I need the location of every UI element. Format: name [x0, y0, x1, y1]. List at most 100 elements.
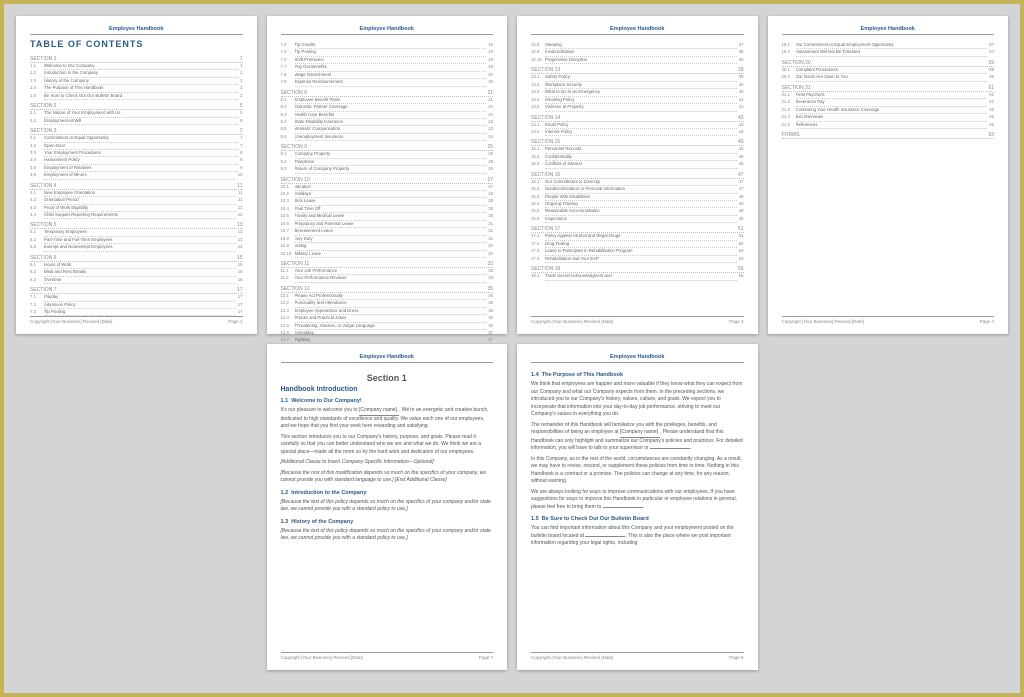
- toc-section: 12.8Sleeping3712.9Insubordination3812.10…: [531, 42, 744, 64]
- footer-copyright: Copyright [Your Business] Revised [Date]: [30, 319, 112, 324]
- toc-entry: 7.6Shift Premiums19: [281, 57, 494, 64]
- blank-field: [Company name]: [620, 429, 660, 438]
- toc-section-header: SECTION 821: [281, 90, 494, 97]
- toc-page-2: Employee Handbook 7.4Tip Credits187.5Tip…: [267, 16, 508, 334]
- page-header: Employee Handbook: [30, 26, 243, 35]
- toc-entry: 2.2Employment-at-Will5: [30, 118, 243, 125]
- page-header: Employee Handbook: [281, 26, 494, 35]
- footer-pagenum: Page 4: [980, 319, 994, 324]
- toc-entry: 21.2Severance Pay61: [782, 99, 995, 106]
- toc-entry: 10.1Vacation27: [281, 184, 494, 191]
- page-header: Employee Handbook: [782, 26, 995, 35]
- paragraph: [Because the text of this policy depends…: [281, 499, 494, 514]
- toc-entry: 8.5Workers' Compensation23: [281, 126, 494, 133]
- toc-entry: 1.4The Purpose of This Handbook3: [30, 85, 243, 92]
- toc-entry: 19.2Harassment Will Not Be Tolerated57: [782, 49, 995, 56]
- toc-title: TABLE OF CONTENTS: [30, 39, 243, 49]
- toc-section-header: FORMS63: [782, 132, 995, 139]
- toc-section: SECTION 164716.1Our Commitment to Divers…: [531, 172, 744, 224]
- toc-entry: 5.1Temporary Employees13: [30, 229, 243, 236]
- paragraph: We think that employees are happier and …: [531, 381, 744, 419]
- toc-entry: 15.3Conflicts of Interest46: [531, 161, 744, 168]
- toc-section: SECTION 144314.1Email Policy4314.2Intern…: [531, 115, 744, 137]
- page-footer: Copyright [Your Business] Revised [Date]…: [30, 316, 243, 324]
- page-footer: Copyright [Your Business] Revised [Date]…: [531, 652, 744, 660]
- toc-entry: 1.1Welcome to Our Company1: [30, 63, 243, 70]
- page-header: Employee Handbook: [281, 354, 494, 363]
- toc-section-header: SECTION 1751: [531, 226, 744, 233]
- toc-section: SECTION 154515.1Personnel Records4515.2C…: [531, 139, 744, 168]
- toc-body: 7.4Tip Credits187.5Tip Pooling187.6Shift…: [281, 39, 494, 345]
- toc-entry: 16.5Reasonable Accommodation48: [531, 208, 744, 215]
- toc-entry: 21.4Exit Interviews62: [782, 114, 995, 121]
- toc-entry: 20.1Complaint Procedures59: [782, 67, 995, 74]
- toc-entry: 15.2Confidentiality45: [531, 154, 744, 161]
- page-grid-row-1: Employee Handbook TABLE OF CONTENTS SECT…: [16, 16, 1008, 334]
- paragraph: [Because the rest of this modification d…: [281, 470, 494, 485]
- toc-entry: 6.3Overtime16: [30, 277, 243, 284]
- toc-entry: 15.1Personnel Records45: [531, 146, 744, 153]
- toc-entry: 21.3Continuing Your Health Insurance Cov…: [782, 107, 995, 114]
- toc-entry: 3.4Harassment Policy8: [30, 157, 243, 164]
- toc-entry: 10.10Military Leave32: [281, 251, 494, 258]
- toc-section: SECTION 373.1Commitment to Equal Opportu…: [30, 128, 243, 180]
- toc-entry: 4.2Orientation Period11: [30, 197, 243, 204]
- footer-copyright: Copyright [Your Business] Revised [Date]: [531, 655, 613, 660]
- toc-entry: 3.3Your Employment Procedures8: [30, 150, 243, 157]
- toc-entry: 10.7Bereavement Leave31: [281, 228, 494, 235]
- toc-entry: 9.3Return of Company Property26: [281, 166, 494, 173]
- toc-entry: 7.5Tip Pooling18: [281, 49, 494, 56]
- toc-entry: 9.1Company Property25: [281, 151, 494, 158]
- toc-entry: 12.6Horseplay37: [281, 330, 494, 337]
- toc-entry: 8.6Unemployment Insurance24: [281, 134, 494, 141]
- toc-section: SECTION 252.1The Nature of Your Employme…: [30, 103, 243, 125]
- page-footer: Copyright [Your Business] Revised [Date]…: [281, 652, 494, 660]
- toc-section: SECTION 133913.1Safety Policy3913.2Workp…: [531, 67, 744, 111]
- toc-entry: 12.4Pranks and Practical Jokes36: [281, 315, 494, 322]
- toc-entry: 12.9Insubordination38: [531, 49, 744, 56]
- toc-section: SECTION 123512.1Please Act Professionall…: [281, 286, 494, 345]
- section-title: Handbook Introduction: [281, 386, 494, 393]
- toc-section-header: SECTION 513: [30, 222, 243, 229]
- toc-entry: 7.2Advances Policy17: [30, 302, 243, 309]
- footer-copyright: Copyright [Your Business] Revised [Date]: [531, 319, 613, 324]
- toc-section: SECTION 205920.1Complaint Procedures5920…: [782, 60, 995, 82]
- toc-entry: 3.2Open-Door7: [30, 143, 243, 150]
- toc-section-header: SECTION 37: [30, 128, 243, 135]
- toc-body: 12.8Sleeping3712.9Insubordination3812.10…: [531, 39, 744, 281]
- toc-section: SECTION 175117.1Policy Against Alcohol a…: [531, 226, 744, 263]
- toc-entry: 18.1Trade Secret Acknowledgment and55: [531, 273, 744, 280]
- toc-section-header: SECTION 1235: [281, 286, 494, 293]
- toc-entry: 7.8Wage Garnishment20: [281, 72, 494, 79]
- toc-entry: 9.2Telephone25: [281, 159, 494, 166]
- toc-section-header: SECTION 615: [30, 255, 243, 262]
- toc-entry: 8.2Domestic Partner Coverage22: [281, 104, 494, 111]
- toc-entry: 21.5References62: [782, 122, 995, 129]
- toc-section: SECTION 9259.1Company Property259.2Telep…: [281, 144, 494, 173]
- subsection-heading: 1.1 Welcome to Our Company!: [281, 398, 494, 404]
- toc-entry: 13.4Smoking Policy41: [531, 97, 744, 104]
- toc-entry: 20.2Our Doors Are Open to You59: [782, 74, 995, 81]
- toc-section: FORMS63: [782, 132, 995, 139]
- paragraph: [Additional Clause to Insert Company-Spe…: [281, 459, 494, 467]
- toc-entry: 13.1Safety Policy39: [531, 74, 744, 81]
- toc-entry: 10.5Family and Medical Leave30: [281, 213, 494, 220]
- blank-field: [Company name]: [359, 407, 399, 416]
- toc-entry: 7.1Payday17: [30, 294, 243, 301]
- footer-pagenum: Page 3: [729, 319, 743, 324]
- toc-section-header: SECTION 25: [30, 103, 243, 110]
- toc-entry: 8.4State Disability Insurance23: [281, 119, 494, 126]
- toc-section: SECTION 102710.1Vacation2710.2Holidays28…: [281, 177, 494, 258]
- toc-section-header: SECTION 1443: [531, 115, 744, 122]
- footer-copyright: Copyright [Your Business] Revised [Date]: [281, 655, 363, 660]
- toc-body: SECTION 111.1Welcome to Our Company11.2I…: [30, 53, 243, 316]
- toc-section-header: SECTION 2059: [782, 60, 995, 67]
- toc-section-header: SECTION 1855: [531, 266, 744, 273]
- toc-section: SECTION 8218.1Employee Benefit Plans218.…: [281, 90, 494, 142]
- toc-entry: 11.2Your Performance Reviews33: [281, 275, 494, 282]
- toc-section-header: SECTION 1545: [531, 139, 744, 146]
- footer-pagenum: Page 7: [479, 655, 493, 660]
- toc-entry: 7.4Tip Credits18: [281, 42, 494, 49]
- toc-page-4: Employee Handbook 19.1Our Commitment to …: [768, 16, 1009, 334]
- toc-entry: 7.7Pay Out Benefits19: [281, 64, 494, 71]
